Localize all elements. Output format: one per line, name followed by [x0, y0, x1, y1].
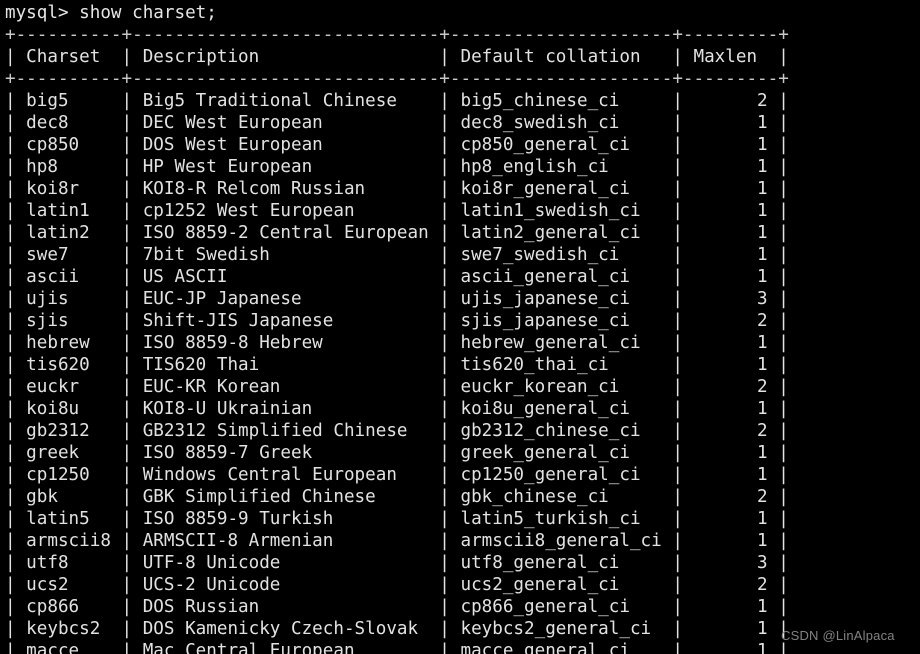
- table-row: | swe7 | 7bit Swedish | swe7_swedish_ci …: [5, 245, 789, 265]
- table-row: | ujis | EUC-JP Japanese | ujis_japanese…: [5, 289, 789, 309]
- terminal-screen: mysql> show charset; +----------+--------…: [5, 2, 789, 654]
- table-row: | ucs2 | UCS-2 Unicode | ucs2_general_ci…: [5, 575, 789, 595]
- table-row: | euckr | EUC-KR Korean | euckr_korean_c…: [5, 377, 789, 397]
- table-row: | keybcs2 | DOS Kamenicky Czech-Slovak |…: [5, 619, 789, 639]
- table-row: | big5 | Big5 Traditional Chinese | big5…: [5, 91, 789, 111]
- table-row: | cp850 | DOS West European | cp850_gene…: [5, 135, 789, 155]
- table-row: | koi8r | KOI8-R Relcom Russian | koi8r_…: [5, 179, 789, 199]
- table-header-row: | Charset | Description | Default collat…: [5, 47, 789, 67]
- table-row: | cp1250 | Windows Central European | cp…: [5, 465, 789, 485]
- table-row: | latin2 | ISO 8859-2 Central European |…: [5, 223, 789, 243]
- csdn-watermark: CSDN @LinAlpaca: [781, 628, 895, 643]
- table-row: | greek | ISO 8859-7 Greek | greek_gener…: [5, 443, 789, 463]
- table-row: | latin5 | ISO 8859-9 Turkish | latin5_t…: [5, 509, 789, 529]
- table-row: | cp866 | DOS Russian | cp866_general_ci…: [5, 597, 789, 617]
- table-row: | tis620 | TIS620 Thai | tis620_thai_ci …: [5, 355, 789, 375]
- table-row: | hebrew | ISO 8859-8 Hebrew | hebrew_ge…: [5, 333, 789, 353]
- table-row: | dec8 | DEC West European | dec8_swedis…: [5, 113, 789, 133]
- table-row: | armscii8 | ARMSCII-8 Armenian | armsci…: [5, 531, 789, 551]
- table-row: | utf8 | UTF-8 Unicode | utf8_general_ci…: [5, 553, 789, 573]
- table-row: | sjis | Shift-JIS Japanese | sjis_japan…: [5, 311, 789, 331]
- table-row: | hp8 | HP West European | hp8_english_c…: [5, 157, 789, 177]
- terminal-window[interactable]: mysql> show charset; +----------+--------…: [0, 0, 920, 654]
- table-row: | gb2312 | GB2312 Simplified Chinese | g…: [5, 421, 789, 441]
- table-row: | koi8u | KOI8-U Ukrainian | koi8u_gener…: [5, 399, 789, 419]
- table-row: | ascii | US ASCII | ascii_general_ci | …: [5, 267, 789, 287]
- table-separator-header: +----------+----------------------------…: [5, 69, 789, 89]
- table-row: | latin1 | cp1252 West European | latin1…: [5, 201, 789, 221]
- table-row: | gbk | GBK Simplified Chinese | gbk_chi…: [5, 487, 789, 507]
- table-row: | macce | Mac Central European | macce_g…: [5, 641, 789, 654]
- table-separator-top: +----------+----------------------------…: [5, 25, 789, 45]
- prompt-line: mysql> show charset;: [5, 3, 217, 23]
